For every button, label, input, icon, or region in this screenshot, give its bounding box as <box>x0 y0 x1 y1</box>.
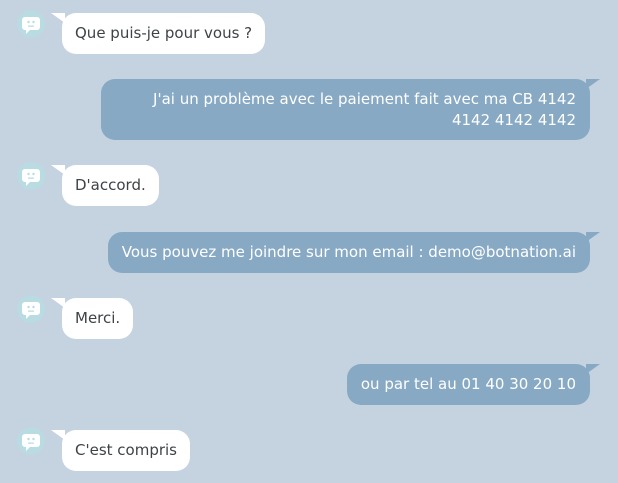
bot-message: Que puis-je pour vous ? <box>50 13 266 54</box>
message-text: Vous pouvez me joindre sur mon email : d… <box>121 243 576 261</box>
user-message: J'ai un problème avec le paiement fait a… <box>101 79 600 140</box>
message-text: Que puis-je pour vous ? <box>75 24 253 42</box>
message-text: ou par tel au 01 40 30 20 10 <box>360 375 576 393</box>
bot-message: D'accord. <box>51 165 159 206</box>
chat-conversation: Que puis-je pour vous ? J'ai un problème… <box>0 0 618 483</box>
message-text: Merci. <box>75 309 121 327</box>
user-message: ou par tel au 01 40 30 20 10 <box>346 364 601 405</box>
bot-face-icon <box>16 426 46 456</box>
message-text: D'accord. <box>75 176 146 194</box>
bot-message: Merci. <box>50 298 134 339</box>
bot-message: C'est compris <box>51 430 190 471</box>
message-text: C'est compris <box>75 441 177 459</box>
message-text: J'ai un problème avec le paiement fait a… <box>153 90 576 129</box>
bot-face-icon <box>16 294 46 324</box>
user-message: Vous pouvez me joindre sur mon email : d… <box>107 232 601 273</box>
bot-face-icon <box>16 9 46 39</box>
bot-face-icon <box>16 161 46 191</box>
